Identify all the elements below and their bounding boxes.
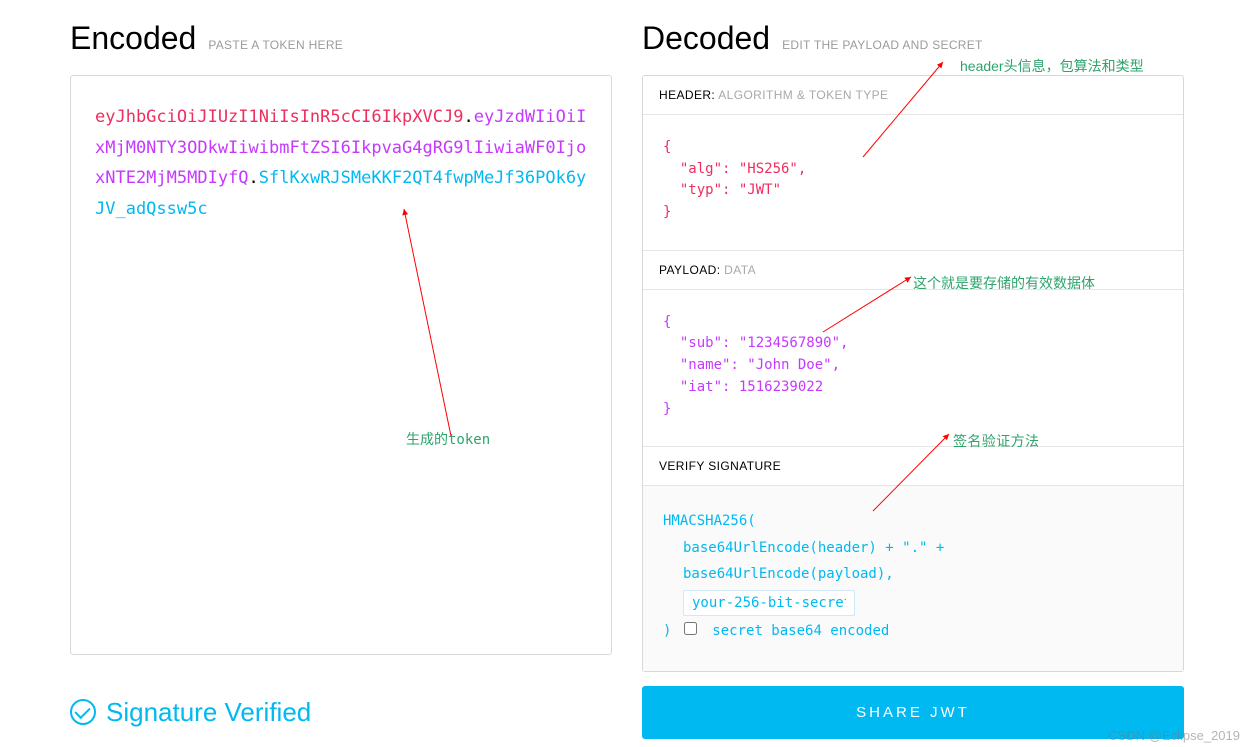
arrow-icon (401, 206, 521, 446)
encoded-subtitle: PASTE A TOKEN HERE (208, 38, 343, 52)
signature-section-label: VERIFY SIGNATURE 签名验证方法 (643, 447, 1183, 486)
header-annotation: header头信息，包算法和类型 (960, 56, 1144, 76)
signature-verified-text: Signature Verified (106, 697, 311, 728)
header-json-text: { "alg": "HS256", "typ": "JWT" } (663, 137, 1163, 224)
header-section-label: HEADER: ALGORITHM & TOKEN TYPE (643, 76, 1183, 115)
decoded-column: Decoded EDIT THE PAYLOAD AND SECRET head… (642, 20, 1184, 672)
decoded-title-row: Decoded EDIT THE PAYLOAD AND SECRET (642, 20, 1184, 57)
sig-line1: base64UrlEncode(header) + "." + (663, 535, 1163, 562)
decoded-box: HEADER: ALGORITHM & TOKEN TYPE { "alg": … (642, 75, 1184, 672)
decoded-subtitle: EDIT THE PAYLOAD AND SECRET (782, 38, 983, 52)
encoded-column: Encoded PASTE A TOKEN HERE eyJhbGciOiJIU… (70, 20, 612, 672)
jwt-dot: . (463, 107, 473, 127)
signature-body: HMACSHA256( base64UrlEncode(header) + ".… (643, 486, 1183, 670)
sig-fn-name: HMACSHA256( (663, 508, 1163, 535)
payload-section-label: PAYLOAD: DATA (643, 251, 1183, 290)
secret-base64-label: secret base64 encoded (712, 623, 889, 639)
encoded-title-row: Encoded PASTE A TOKEN HERE (70, 20, 612, 57)
sig-line2: base64UrlEncode(payload), (663, 561, 1163, 588)
jwt-dot: . (249, 168, 259, 188)
secret-input[interactable] (683, 590, 855, 616)
decoded-title: Decoded (642, 20, 770, 57)
encoded-annotation: 生成的token (406, 428, 490, 453)
payload-json-text: { "sub": "1234567890", "name": "John Doe… (663, 312, 1163, 420)
encoded-token-box[interactable]: eyJhbGciOiJIUzI1NiIsInR5cCI6IkpXVCJ9.eyJ… (70, 75, 612, 655)
encoded-title: Encoded (70, 20, 196, 57)
watermark-text: CSDN @Eclipse_2019 (1108, 728, 1240, 743)
secret-base64-checkbox[interactable] (684, 622, 697, 635)
share-jwt-button[interactable]: SHARE JWT (642, 686, 1184, 739)
signature-verified-badge: Signature Verified (70, 697, 612, 728)
jwt-header-part: eyJhbGciOiJIUzI1NiIsInR5cCI6IkpXVCJ9 (95, 107, 463, 127)
check-circle-icon (70, 699, 96, 725)
header-json-editor[interactable]: { "alg": "HS256", "typ": "JWT" } (643, 115, 1183, 251)
payload-json-editor[interactable]: { "sub": "1234567890", "name": "John Doe… (643, 290, 1183, 447)
sig-close: ) (663, 623, 680, 639)
